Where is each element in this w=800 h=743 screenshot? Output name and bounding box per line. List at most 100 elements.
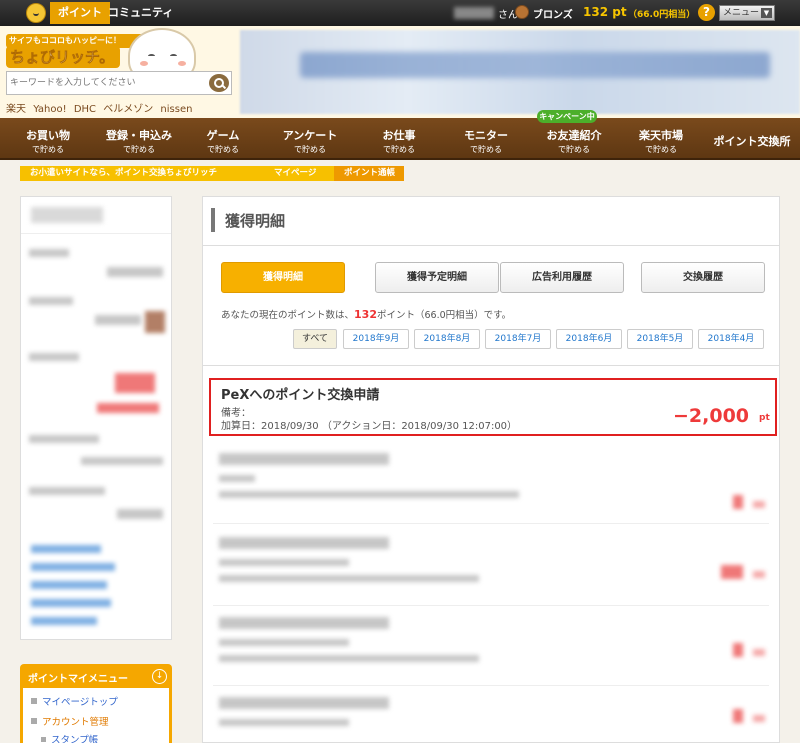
site-logo[interactable]: ちょびリッチ。 [6,46,120,68]
month-filter-all[interactable]: すべて [293,329,337,349]
main-nav: お買い物 で貯める 登録・申込み で貯める ゲーム で貯める アンケート で貯め… [0,118,800,160]
blurred-points-sub [97,403,159,413]
blurred-text [95,315,141,325]
profile-card [20,196,172,640]
tab-scheduled-details[interactable]: 獲得予定明細 [375,262,499,293]
search-icon[interactable] [209,74,229,92]
blurred-link[interactable] [31,545,101,553]
quick-link[interactable]: Yahoo! [33,104,66,115]
menu-item-mypage-top[interactable]: マイページトップ [31,694,118,708]
menu-button-label: メニュー [723,8,760,18]
nav-registration[interactable]: 登録・申込み で貯める [96,118,182,160]
blurred-entry-note [219,639,349,646]
blurred-heading [31,207,103,223]
arrow-down-icon[interactable]: ↓ [152,669,167,684]
breadcrumb-home[interactable]: お小遣いサイトなら、ポイント交換ちょびリッチ [20,166,264,181]
tab-community[interactable]: コミュニティ [108,2,173,24]
blurred-entry-points [721,565,743,579]
month-filter[interactable]: 2018年9月 [343,329,409,349]
quick-link[interactable]: ベルメゾン [103,104,153,115]
campaign-badge: キャンペーン中 [537,110,597,123]
blurred-link[interactable] [31,563,115,571]
bullet-icon [31,698,37,704]
rank-label: ブロンズ [533,10,573,21]
nav-rakuten[interactable]: 楽天市場 で貯める [618,118,704,160]
breadcrumb-mypage[interactable]: マイページ [264,166,334,181]
nav-game[interactable]: ゲーム で貯める [182,118,264,160]
menu-item-stamp-book[interactable]: スタンプ帳 [41,732,98,743]
blurred-text [29,249,69,257]
history-entry-highlighted: PeXへのポイント交換申請 備考： 加算日：2018/09/30 （アクション日… [209,378,777,436]
point-yen-value: （66.0円相当） [628,10,696,20]
blurred-entry-points [733,643,743,657]
quick-link[interactable]: DHC [74,104,96,115]
blurred-entry-dates [219,655,479,662]
blurred-text [29,353,79,361]
blurred-entry-unit [753,715,765,722]
blurred-link[interactable] [31,617,97,625]
tab-earned-details[interactable]: 獲得明細 [221,262,345,293]
top-bar: ポイント コミュニティ さん ブロンズ 132 pt （66.0円相当） ? メ… [0,0,800,26]
entry-points-unit: pt [759,413,770,423]
month-filter[interactable]: 2018年6月 [556,329,622,349]
blurred-text [29,297,73,305]
blurred-entry-unit [753,649,765,656]
ad-banner[interactable] [240,30,800,114]
blurred-link[interactable] [31,599,111,607]
point-balance: 132 pt [583,5,627,19]
main-panel: 獲得明細 獲得明細 獲得予定明細 広告利用履歴 交換履歴 あなたの現在のポイント… [202,196,780,743]
nav-work[interactable]: お仕事 で貯める [356,118,442,160]
nav-monitor[interactable]: モニター で貯める [442,118,530,160]
nav-invite-friends[interactable]: お友達紹介 で貯める [530,118,618,160]
point-summary: あなたの現在のポイント数は、132ポイント（66.0円相当）です。 [221,308,512,321]
entry-dates: 加算日：2018/09/30 （アクション日：2018/09/30 12:07:… [221,421,518,432]
bullet-icon [41,737,46,742]
blurred-entry-note [219,475,255,482]
mascot-icon[interactable] [26,3,46,23]
page-title: 獲得明細 [225,212,286,230]
entry-points: −2,000 [673,405,750,427]
quick-link[interactable]: 楽天 [6,104,26,115]
menu-button[interactable]: メニュー ▼ [719,5,775,21]
blurred-entry-title [219,453,389,465]
blurred-text [81,457,163,465]
month-filter[interactable]: 2018年8月 [414,329,480,349]
month-filter[interactable]: 2018年5月 [627,329,693,349]
blurred-entry-unit [753,501,765,508]
tab-point[interactable]: ポイント [50,2,110,24]
site-header: サイフもココロもハッピーに！ ちょびリッチ。 楽天 Yahoo! DHC ベルメ… [0,26,800,118]
search-input[interactable] [10,75,200,91]
point-my-menu: ポイントマイメニュー ↓ マイページトップ アカウント管理 スタンプ帳 [20,664,172,743]
blurred-text [29,435,99,443]
nav-shopping[interactable]: お買い物 で貯める [0,118,96,160]
blurred-entry-title [219,697,389,709]
blurred-entry-dates [219,575,479,582]
entry-title: PeXへのポイント交換申請 [221,388,380,403]
blurred-entry-title [219,537,389,549]
blurred-text [29,487,105,495]
blurred-entry-unit [753,571,765,578]
point-my-menu-list: マイページトップ アカウント管理 スタンプ帳 [23,688,169,743]
help-icon[interactable]: ? [698,4,715,21]
blurred-entry-note [219,719,349,726]
breadcrumb-current: ポイント通帳 [334,166,404,181]
bullet-icon [31,718,37,724]
blurred-link[interactable] [31,581,107,589]
quick-link[interactable]: nissen [160,104,192,115]
tab-exchange-history[interactable]: 交換履歴 [641,262,765,293]
nav-point-exchange[interactable]: ポイント交換所 [704,118,800,160]
tab-ad-history[interactable]: 広告利用履歴 [500,262,624,293]
menu-item-account[interactable]: アカウント管理 [31,714,109,728]
blurred-points [115,373,155,393]
blurred-entry-points [733,709,743,723]
blurred-entry-note [219,559,349,566]
search-box [6,71,232,95]
blurred-entry-dates [219,491,519,498]
blurred-text [117,509,163,519]
quick-links: 楽天 Yahoo! DHC ベルメゾン nissen [6,100,196,115]
point-summary-value: 132 [354,308,377,321]
nav-survey[interactable]: アンケート で貯める [264,118,356,160]
month-filter[interactable]: 2018年4月 [698,329,764,349]
rank-medal-icon [515,5,529,19]
month-filter[interactable]: 2018年7月 [485,329,551,349]
